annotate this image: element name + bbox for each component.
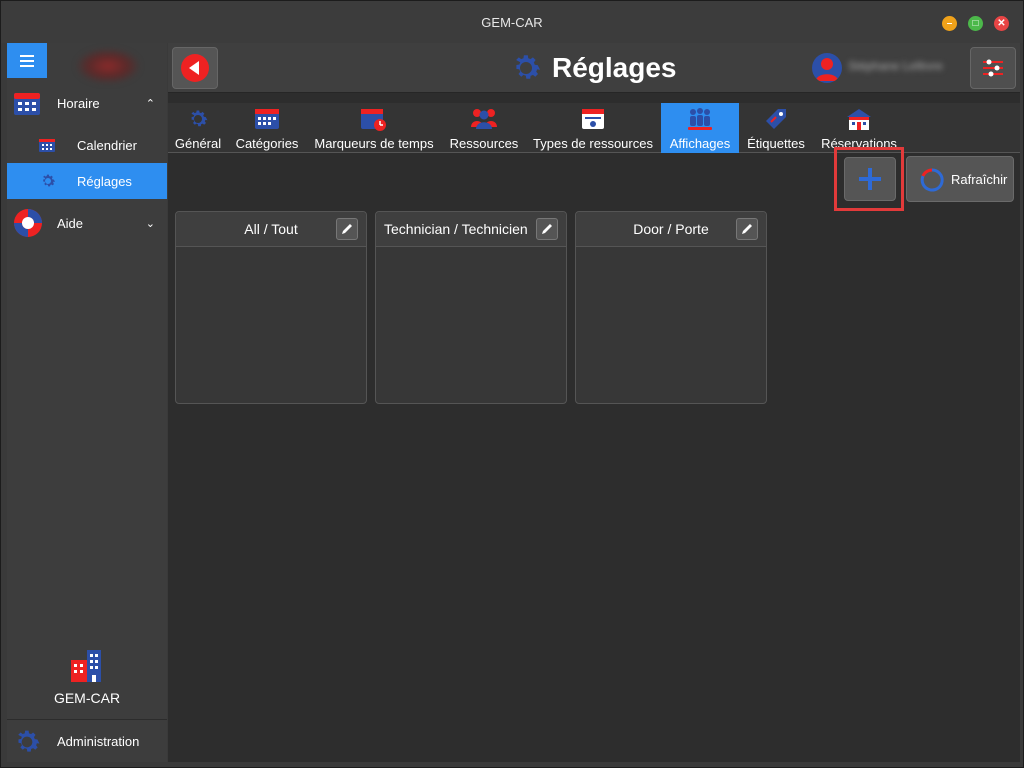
brand-label: GEM-CAR — [53, 690, 121, 706]
tab-affichages[interactable]: Affichages — [661, 103, 739, 153]
tab-label: Types de ressources — [533, 136, 653, 151]
calendar-grid-icon — [255, 109, 279, 129]
building-logo-icon — [71, 650, 101, 682]
window-controls: – □ ✕ — [942, 16, 1009, 31]
tab-label: Étiquettes — [747, 136, 805, 151]
tab-reservations[interactable]: Réservations — [814, 103, 904, 153]
tab-label: Ressources — [449, 136, 519, 151]
page-title: Réglages — [552, 52, 677, 83]
refresh-icon — [920, 168, 944, 192]
refresh-button[interactable]: Rafraîchir — [906, 156, 1014, 202]
admin-label: Administration — [57, 733, 140, 749]
minimize-button[interactable]: – — [942, 16, 957, 31]
card-title: All / Tout — [244, 221, 298, 237]
building-icon — [847, 109, 871, 130]
maximize-button[interactable]: □ — [968, 16, 983, 31]
sidebar-item-calendrier[interactable]: Calendrier — [7, 127, 167, 163]
card-header: Technician / Technicien — [376, 212, 566, 247]
app-window: GEM-CAR – □ ✕ Horaire ⌃ Calendrier Régla… — [0, 0, 1024, 768]
sidebar-item-label: Réglages — [77, 173, 132, 189]
user-avatar[interactable] — [812, 53, 842, 83]
card-header: All / Tout — [176, 212, 366, 247]
sidebar-item-reglages[interactable]: Réglages — [7, 163, 167, 199]
card-header: Door / Porte — [576, 212, 766, 247]
display-card[interactable]: Door / Porte — [575, 211, 767, 404]
lifebuoy-icon — [14, 209, 42, 237]
calendar-small-icon — [39, 139, 55, 152]
pencil-icon — [542, 224, 552, 234]
sidebar-group-label: Horaire — [57, 95, 100, 111]
user-name: Stéphane Lefèvre — [848, 59, 943, 73]
gear-icon — [516, 55, 541, 79]
display-card[interactable]: Technician / Technicien — [375, 211, 567, 404]
highlight-box — [834, 147, 904, 211]
hamburger-icon — [20, 54, 34, 67]
title-bar[interactable]: GEM-CAR – □ ✕ — [1, 1, 1023, 43]
id-card-icon — [582, 109, 604, 129]
tab-types-de-ressources[interactable]: Types de ressources — [528, 103, 658, 153]
sidebar-item-label: Calendrier — [77, 137, 137, 153]
back-arrow-icon — [181, 54, 209, 82]
tab-label: Affichages — [669, 136, 731, 151]
tab-categories[interactable]: Catégories — [230, 103, 304, 153]
edit-button[interactable] — [736, 218, 758, 240]
sidebar-group-aide[interactable]: Aide ⌄ — [7, 203, 167, 243]
sidebar-item-administration[interactable]: Administration — [7, 719, 167, 762]
close-button[interactable]: ✕ — [994, 16, 1009, 31]
card-title: Technician / Technicien — [384, 221, 528, 237]
chevron-down-icon: ⌄ — [145, 217, 155, 230]
tab-label: Général — [174, 136, 222, 151]
page-header: Réglages Stéphane Lefèvre — [168, 43, 1020, 93]
display-card[interactable]: All / Tout — [175, 211, 367, 404]
gear-icon — [191, 110, 208, 127]
calendar-icon — [14, 93, 40, 115]
filters-button[interactable] — [970, 47, 1016, 89]
tab-marqueurs-de-temps[interactable]: Marqueurs de temps — [308, 103, 440, 153]
sidebar: Horaire ⌃ Calendrier Réglages Aide ⌄ GEM… — [7, 43, 167, 762]
edit-button[interactable] — [336, 218, 358, 240]
tab-label: Marqueurs de temps — [314, 136, 434, 151]
edit-button[interactable] — [536, 218, 558, 240]
pencil-icon — [342, 224, 352, 234]
people-icon — [471, 109, 497, 129]
sidebar-group-label: Aide — [57, 215, 84, 231]
main-panel: Réglages Stéphane Lefèvre Général Catégo… — [168, 43, 1020, 762]
brand-block: GEM-CAR — [7, 648, 167, 718]
window-title: GEM-CAR — [481, 14, 543, 30]
sidebar-group-horaire[interactable]: Horaire ⌃ — [7, 83, 167, 123]
settings-tabs: Général Catégories Marqueurs de temps Re… — [168, 103, 1020, 153]
refresh-label: Rafraîchir — [951, 172, 1008, 187]
tab-label: Catégories — [235, 136, 299, 151]
page-title-group: Réglages — [508, 50, 677, 86]
gear-icon — [43, 174, 56, 187]
tag-icon — [766, 109, 786, 129]
tab-etiquettes[interactable]: Étiquettes — [742, 103, 810, 153]
gear-icon — [18, 730, 40, 752]
user-icon — [816, 58, 838, 81]
group-icon — [688, 108, 712, 130]
company-logo — [77, 49, 139, 83]
tab-ressources[interactable]: Ressources — [444, 103, 524, 153]
menu-toggle-button[interactable] — [7, 43, 47, 78]
sliders-icon — [983, 59, 1003, 77]
tab-general[interactable]: Général — [168, 103, 228, 153]
card-title: Door / Porte — [633, 221, 709, 237]
calendar-clock-icon — [361, 109, 386, 131]
pencil-icon — [742, 224, 752, 234]
chevron-up-icon: ⌃ — [145, 97, 155, 110]
back-button[interactable] — [172, 47, 218, 89]
